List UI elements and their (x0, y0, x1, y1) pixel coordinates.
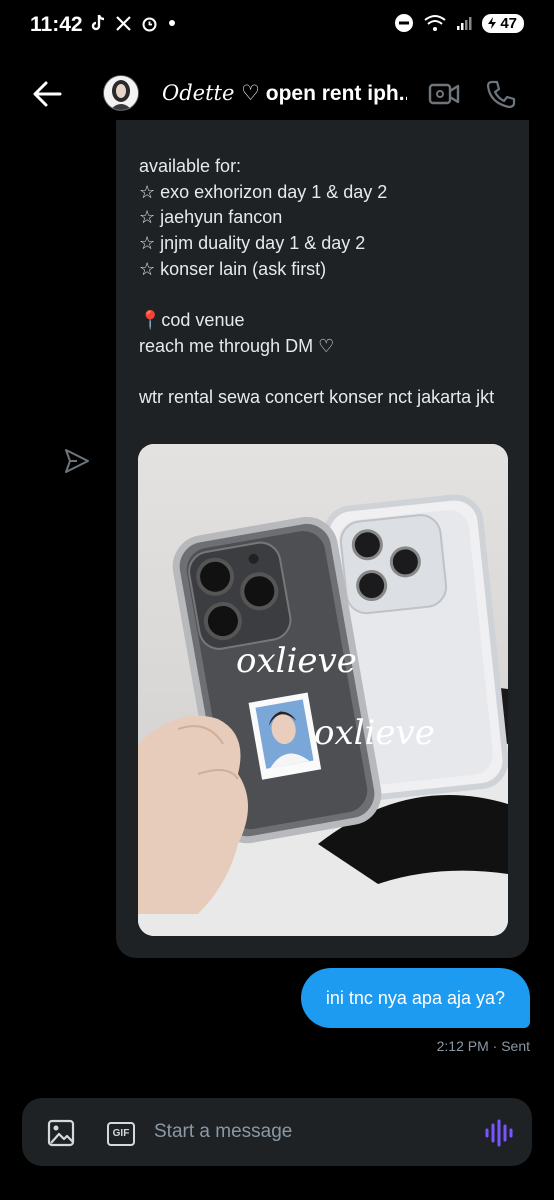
avatar[interactable] (103, 75, 139, 111)
wifi-icon (424, 15, 446, 31)
x-icon (116, 15, 131, 31)
message-line: ☆ jnjm duality day 1 & day 2 (139, 233, 366, 254)
video-call-icon[interactable] (428, 79, 460, 109)
phone-call-icon[interactable] (485, 79, 517, 109)
battery-indicator: 47 (482, 13, 524, 33)
dot-icon (169, 20, 175, 26)
message-line (139, 360, 519, 386)
message-photo[interactable]: oxlieve oxlieve (138, 444, 508, 936)
back-arrow-icon[interactable] (30, 77, 64, 111)
alarm-icon (142, 17, 157, 31)
sent-message-meta: 2:12 PM · Sent (436, 1038, 530, 1054)
phones-photo-illustration: oxlieve oxlieve (138, 444, 508, 936)
conversation-title[interactable]: Odette ♡ open rent iph... (162, 81, 407, 106)
contact-name-suffix: open rent iph... (259, 82, 407, 105)
message-line: ☆ jaehyun fancon (139, 207, 283, 228)
gif-button[interactable]: GIF (107, 1122, 135, 1146)
signal-icon (457, 17, 472, 30)
message-line (139, 283, 519, 309)
message-line: ☆ konser lain (ask first) (139, 258, 327, 279)
message-line: 📍cod venue (139, 310, 245, 331)
status-bar: 11:42 47 (0, 0, 554, 52)
battery-level: 47 (500, 14, 517, 32)
message-line: wtr rental sewa concert konser nct jakar… (139, 387, 495, 408)
received-message-bubble[interactable]: available for: ☆ exo exhorizon day 1 & d… (116, 120, 529, 958)
status-notification-icons (90, 14, 176, 32)
avatar-image (104, 76, 138, 110)
photo-watermark-1: oxlieve (236, 641, 357, 681)
tiktok-icon (91, 14, 105, 31)
status-time: 11:42 (30, 13, 83, 36)
dnd-icon (395, 14, 414, 32)
message-input[interactable]: Start a message (154, 1121, 292, 1143)
voice-message-icon[interactable] (484, 1119, 514, 1147)
received-message-text: available for: ☆ exo exhorizon day 1 & d… (139, 154, 519, 411)
message-line: ☆ exo exhorizon day 1 & day 2 (139, 181, 388, 202)
contact-name: Odette ♡ (162, 81, 260, 105)
sent-message-bubble[interactable]: ini tnc nya apa aja ya? (300, 968, 530, 1028)
compose-bar: GIF Start a message (22, 1098, 532, 1166)
message-line: available for: (139, 156, 242, 176)
photo-watermark-2: oxlieve (314, 713, 435, 753)
battery-saver-icon (488, 17, 497, 29)
image-icon[interactable] (47, 1119, 75, 1147)
message-line: reach me through DM ♡ (139, 335, 335, 356)
share-dm-icon[interactable] (63, 447, 91, 475)
